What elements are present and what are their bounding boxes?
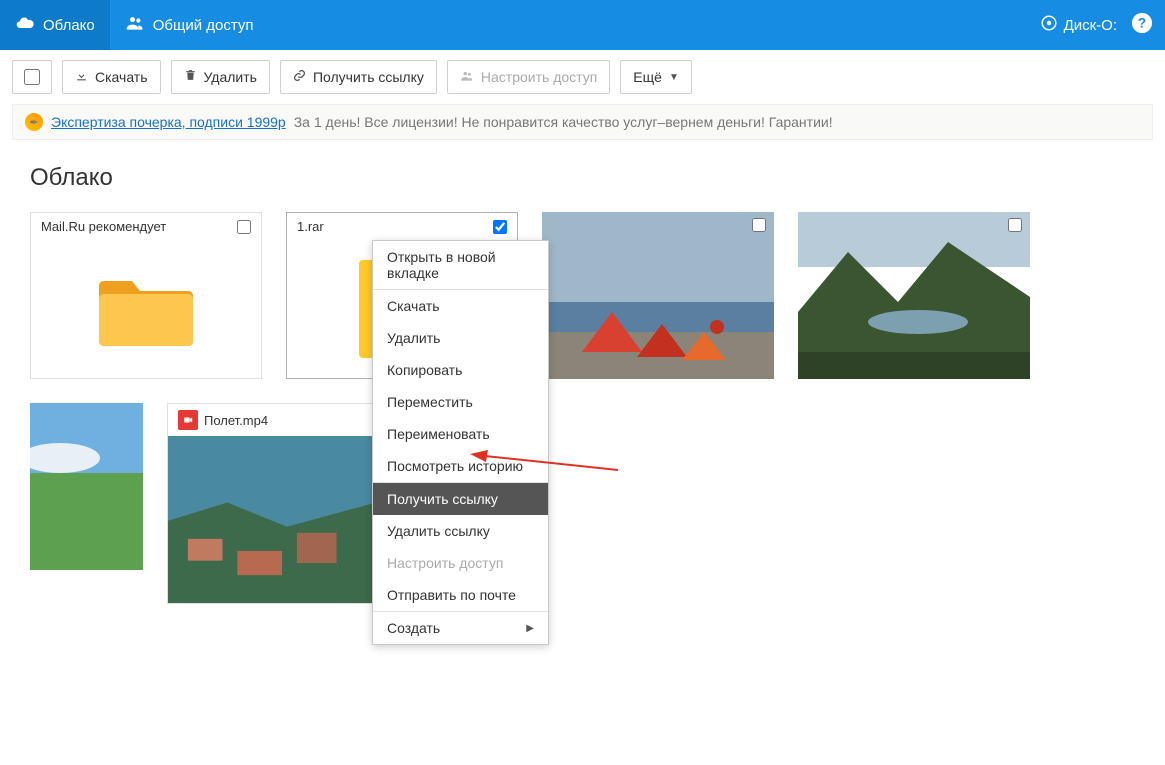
chevron-right-icon: ▶ [526,623,534,634]
ctx-send-mail[interactable]: Отправить по почте [373,579,548,611]
trash-icon [184,69,197,85]
help-icon[interactable]: ? [1131,12,1153,39]
download-label: Скачать [95,69,148,85]
file-checkbox[interactable] [1008,218,1022,232]
video-thumbnail [168,436,398,603]
tab-shared[interactable]: Общий доступ [110,0,269,50]
delete-button[interactable]: Удалить [171,60,270,94]
image-card[interactable] [30,403,143,570]
delete-label: Удалить [204,69,257,85]
folder-icon [96,269,196,349]
file-card-video[interactable]: Полет.mp4 [167,403,399,604]
topbar: Облако Общий доступ Диск-О: ? [0,0,1165,50]
select-all-checkbox[interactable] [12,60,52,94]
file-checkbox[interactable] [752,218,766,232]
ctx-history[interactable]: Посмотреть историю [373,450,548,482]
svg-text:?: ? [1138,15,1146,30]
ctx-open-new-tab[interactable]: Открыть в новой вкладке [373,241,548,289]
ctx-remove-link[interactable]: Удалить ссылку [373,515,548,547]
ctx-create[interactable]: Создать ▶ [373,612,548,644]
file-name: Mail.Ru рекомендует [41,219,237,234]
ctx-copy[interactable]: Копировать [373,354,548,386]
tab-shared-label: Общий доступ [153,17,254,34]
image-thumbnail [542,212,774,379]
file-grid: Mail.Ru рекомендует 1.rar [0,202,1165,614]
get-link-label: Получить ссылку [313,69,424,85]
disk-o-label: Диск-О: [1064,17,1117,34]
chevron-down-icon: ▼ [669,72,679,83]
folder-card-recommended[interactable]: Mail.Ru рекомендует [30,212,262,379]
ctx-rename[interactable]: Переименовать [373,418,548,450]
ctx-configure-access[interactable]: Настроить доступ [373,547,548,579]
download-icon [75,69,88,85]
configure-access-label: Настроить доступ [481,69,597,85]
video-icon [178,410,198,430]
file-checkbox[interactable] [237,220,251,234]
configure-access-button[interactable]: Настроить доступ [447,60,610,94]
context-menu: Открыть в новой вкладке Скачать Удалить … [372,240,549,645]
file-name: 1.rar [297,219,493,234]
image-card[interactable] [542,212,774,379]
cloud-icon [15,13,35,37]
topbar-right: Диск-О: ? [1040,12,1165,39]
image-thumbnail [798,212,1030,379]
people-icon [125,13,145,37]
feather-icon: ✒ [25,113,43,131]
ad-link[interactable]: Экспертиза почерка, подписи 1999р [51,114,286,130]
tab-cloud-label: Облако [43,17,95,34]
link-icon [293,69,306,85]
image-card[interactable] [798,212,1030,379]
file-name: Полет.mp4 [204,413,374,428]
more-label: Ещё [633,69,662,85]
ctx-get-link[interactable]: Получить ссылку [373,483,548,515]
download-button[interactable]: Скачать [62,60,161,94]
page-title: Облако [0,140,1165,202]
ad-tail: За 1 день! Все лицензии! Не понравится к… [294,114,833,130]
more-button[interactable]: Ещё ▼ [620,60,692,94]
people-icon-small [460,69,474,86]
disk-icon [1040,14,1058,36]
tab-cloud[interactable]: Облако [0,0,110,50]
disk-o-link[interactable]: Диск-О: [1040,14,1117,36]
ctx-download[interactable]: Скачать [373,290,548,322]
get-link-button[interactable]: Получить ссылку [280,60,437,94]
ctx-delete[interactable]: Удалить [373,322,548,354]
file-checkbox[interactable] [493,220,507,234]
ctx-move[interactable]: Переместить [373,386,548,418]
image-thumbnail [30,403,143,570]
toolbar: Скачать Удалить Получить ссылку Настроит… [0,50,1165,104]
ad-banner: ✒ Экспертиза почерка, подписи 1999р За 1… [12,104,1153,140]
